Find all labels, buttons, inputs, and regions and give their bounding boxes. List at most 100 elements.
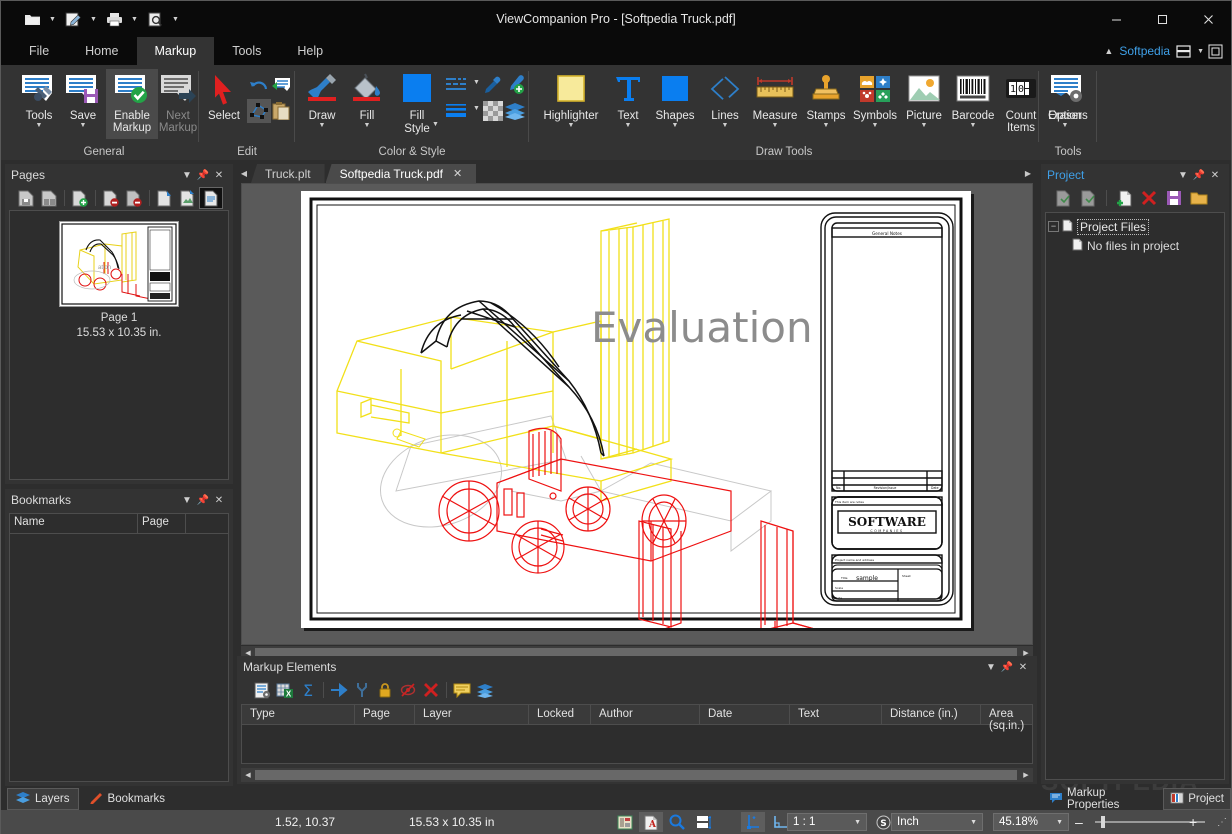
scroll-right-icon[interactable]: ▶ xyxy=(1019,768,1033,782)
tab-project[interactable]: Project xyxy=(1163,788,1231,810)
unit-combo[interactable]: Inch ▼ xyxy=(891,813,983,831)
zoom-icon[interactable] xyxy=(665,812,689,832)
shapes-button[interactable]: Shapes ▼ xyxy=(649,69,701,139)
close-icon[interactable]: ✕ xyxy=(211,170,227,181)
barcode-button[interactable]: Barcode ▼ xyxy=(948,69,998,139)
zoom-slider-handle[interactable] xyxy=(1101,816,1105,828)
column-header-distance[interactable]: Distance (in.) xyxy=(882,705,981,724)
markup-elements-table[interactable]: Type Page Layer Locked Author Date Text … xyxy=(241,704,1033,764)
pdf-icon[interactable]: A xyxy=(639,812,663,832)
goto-icon[interactable] xyxy=(328,680,350,700)
collapse-icon[interactable]: − xyxy=(1048,221,1059,232)
highlighter-dropdown-icon[interactable]: ▼ xyxy=(568,122,575,130)
tab-scroll-right-icon[interactable]: ▶ xyxy=(1021,164,1035,183)
save-page-icon[interactable] xyxy=(15,188,37,208)
lines-dropdown-icon[interactable]: ▼ xyxy=(722,122,729,130)
measure-dropdown-icon[interactable]: ▼ xyxy=(772,122,779,130)
fill-dropdown-icon[interactable]: ▼ xyxy=(364,122,371,130)
chev-down-icon[interactable]: ▼ xyxy=(1056,819,1068,826)
scroll-left-icon[interactable]: ◀ xyxy=(241,768,255,782)
column-header-blank[interactable] xyxy=(186,514,228,533)
stamps-dropdown-icon[interactable]: ▼ xyxy=(823,122,830,130)
panel-menu-icon[interactable]: ▼ xyxy=(179,495,195,506)
close-tab-icon[interactable]: ✕ xyxy=(453,167,462,180)
pin-icon[interactable]: 📌 xyxy=(195,495,211,506)
line-style-dropdown-icon[interactable]: ▼ xyxy=(473,79,480,86)
scrollbar-track[interactable] xyxy=(255,768,1019,782)
save-button[interactable]: Save ▼ xyxy=(57,69,109,139)
project-tree[interactable]: − Project Files No files in project xyxy=(1045,212,1225,780)
page-thumbnail[interactable]: ation xyxy=(59,221,179,307)
line-width-icon[interactable] xyxy=(443,99,473,123)
line-style-icon[interactable] xyxy=(443,73,473,97)
page-thumbnail-item[interactable]: ation Page 1 15.53 x 10.35 in. xyxy=(59,221,179,341)
measure-tool-icon[interactable] xyxy=(741,812,765,832)
undo-icon[interactable] xyxy=(247,73,271,97)
drawing-page[interactable]: General Notes No. Revision/Issue Date Th… xyxy=(301,191,971,628)
column-header-name[interactable]: Name xyxy=(10,514,138,533)
draw-dropdown-icon[interactable]: ▼ xyxy=(319,122,326,130)
lock-icon[interactable] xyxy=(374,680,396,700)
add-file-icon[interactable] xyxy=(1113,188,1135,208)
comment-icon[interactable] xyxy=(451,680,473,700)
column-header-area[interactable]: Area (sq.in.) xyxy=(981,705,1032,732)
tab-help[interactable]: Help xyxy=(279,37,341,65)
select-button[interactable]: Select xyxy=(201,69,247,139)
column-header-author[interactable]: Author xyxy=(591,705,700,724)
add-color-icon[interactable] xyxy=(503,73,527,97)
column-header-page[interactable]: Page xyxy=(138,514,186,533)
sum-icon[interactable]: Σ xyxy=(297,680,319,700)
collapse-ribbon-icon[interactable]: ▲ xyxy=(1104,46,1113,56)
export-icon[interactable] xyxy=(177,188,199,208)
account-label[interactable]: Softpedia xyxy=(1119,44,1170,58)
fill-color-button[interactable]: Fill ▼ xyxy=(345,69,389,139)
column-header-text[interactable]: Text xyxy=(790,705,882,724)
shapes-dropdown-icon[interactable]: ▼ xyxy=(672,122,679,130)
scale-combo[interactable]: 1 : 1 ▼ xyxy=(787,813,867,831)
tab-tools[interactable]: Tools xyxy=(214,37,279,65)
barcode-dropdown-icon[interactable]: ▼ xyxy=(970,122,977,130)
pin-icon[interactable]: 📌 xyxy=(1191,170,1207,181)
panel-menu-icon[interactable]: ▼ xyxy=(983,662,999,673)
settings-icon[interactable] xyxy=(351,680,373,700)
tab-scroll-left-icon[interactable]: ◀ xyxy=(237,164,251,183)
line-width-dropdown-icon[interactable]: ▼ xyxy=(473,105,480,112)
zoom-in-button[interactable]: + xyxy=(1189,814,1197,830)
enable-markup-button[interactable]: Enable Markup xyxy=(106,69,158,139)
layers-icon[interactable] xyxy=(474,680,496,700)
insert-page-icon[interactable] xyxy=(69,188,91,208)
text-dropdown-icon[interactable]: ▼ xyxy=(625,122,632,130)
column-header-locked[interactable]: Locked xyxy=(529,705,591,724)
folder-icon[interactable] xyxy=(1188,188,1210,208)
picture-dropdown-icon[interactable]: ▼ xyxy=(921,122,928,130)
scrollbar-thumb[interactable] xyxy=(255,770,1017,780)
eyedropper-icon[interactable] xyxy=(481,73,505,97)
fill-style-dropdown-icon[interactable]: ▼ xyxy=(432,121,439,128)
options-button[interactable]: Options xyxy=(1041,69,1095,139)
edit-nodes-icon[interactable] xyxy=(247,99,271,123)
tab-markup-properties[interactable]: Markup Properties xyxy=(1043,787,1161,811)
save-icon[interactable] xyxy=(1163,188,1185,208)
close-button[interactable] xyxy=(1185,1,1231,37)
pages-list[interactable]: ation Page 1 15.53 x 10.35 in. xyxy=(9,210,229,480)
remove-file-icon[interactable] xyxy=(1138,188,1160,208)
page-view-icon[interactable] xyxy=(199,187,223,209)
pin-icon[interactable]: 📌 xyxy=(999,662,1015,673)
close-icon[interactable]: ✕ xyxy=(211,495,227,506)
close-icon[interactable]: ✕ xyxy=(1207,170,1223,181)
tab-file[interactable]: File xyxy=(11,37,67,65)
column-header-type[interactable]: Type xyxy=(242,705,355,724)
lines-button[interactable]: Lines ▼ xyxy=(703,69,747,139)
open-project-icon[interactable] xyxy=(1053,188,1075,208)
tools-dropdown-icon[interactable]: ▼ xyxy=(36,122,43,130)
ribbon-options-dropdown-icon[interactable]: ▼ xyxy=(1197,48,1204,55)
column-header-layer[interactable]: Layer xyxy=(415,705,529,724)
fit-icon[interactable] xyxy=(691,812,715,832)
pin-icon[interactable]: 📌 xyxy=(195,170,211,181)
close-icon[interactable]: ✕ xyxy=(1015,662,1031,673)
tree-row-child[interactable]: No files in project xyxy=(1048,236,1222,255)
picture-button[interactable]: Picture ▼ xyxy=(901,69,947,139)
extract-icon[interactable] xyxy=(154,188,176,208)
draw-color-button[interactable]: Draw ▼ xyxy=(299,69,345,139)
delete-page-icon[interactable] xyxy=(100,188,122,208)
